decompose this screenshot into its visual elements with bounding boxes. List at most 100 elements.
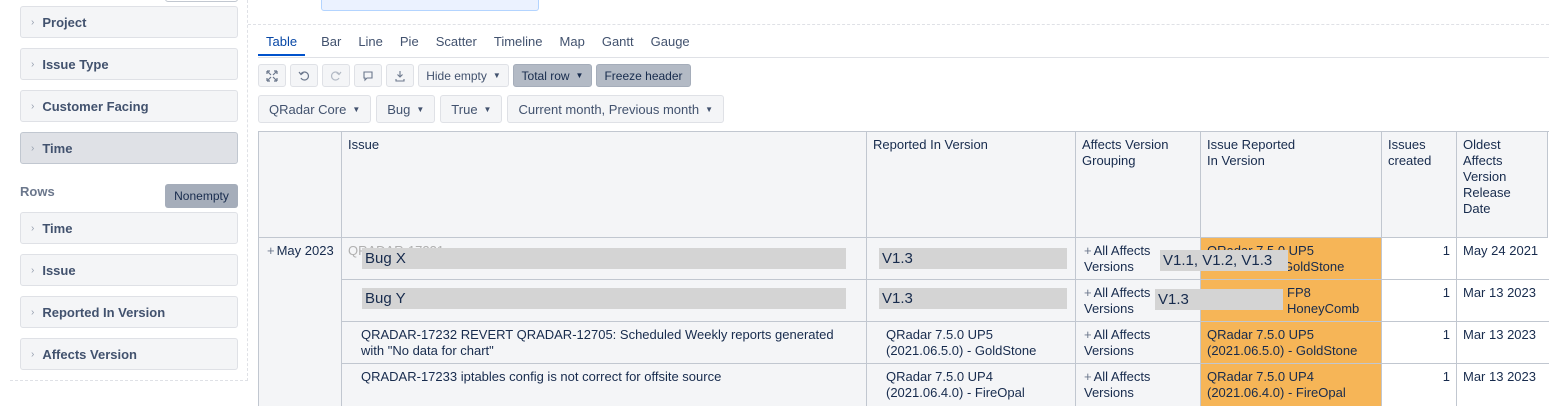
table-row-issue[interactable]: QRADAR-17232 REVERT QRADAR-12705: Schedu… xyxy=(342,322,867,364)
tab-timeline[interactable]: Timeline xyxy=(493,34,544,56)
row-dimension-affects-version[interactable]: › Affects Version xyxy=(20,338,238,370)
table-row-issues-created[interactable]: 1 xyxy=(1382,280,1457,322)
column-header-oldest-affects-version-release-date[interactable]: Oldest Affects Version Release Date xyxy=(1457,132,1548,238)
dimension-label: Time xyxy=(42,140,73,156)
filter-label: QRadar Core xyxy=(269,101,347,117)
chevron-right-icon: › xyxy=(31,100,35,112)
chevron-right-icon: › xyxy=(31,264,35,276)
tab-scatter[interactable]: Scatter xyxy=(435,34,478,56)
tab-table[interactable]: Table xyxy=(258,34,306,56)
table-row-issues-created[interactable]: 1 xyxy=(1382,364,1457,406)
table-row-reported-in-version[interactable]: V1.3 xyxy=(867,238,1076,280)
table-row-issues-created[interactable]: 1 xyxy=(1382,238,1457,280)
table-row-issues-created[interactable]: 1 xyxy=(1382,322,1457,364)
table-row-issue-reported-in-version[interactable]: QRadar 7.5.0 UP4 (2021.06.4.0) - FireOpa… xyxy=(1201,364,1382,406)
filter-customer-facing[interactable]: True ▼ xyxy=(440,95,503,123)
column-dimension-project[interactable]: › Project xyxy=(20,6,238,38)
table-row-oldest-release-date[interactable]: Mar 13 2023 xyxy=(1457,322,1549,364)
undo-icon[interactable] xyxy=(290,64,318,87)
affects-version-overlay: V1.3 xyxy=(1155,289,1283,310)
chevron-down-icon: ▼ xyxy=(575,71,584,80)
affects-grouping-label: All Affects Versions xyxy=(1084,243,1151,274)
columns-nonempty-button[interactable] xyxy=(165,0,238,2)
chevron-down-icon: ▼ xyxy=(416,104,425,114)
chevron-right-icon: › xyxy=(31,348,35,360)
chevron-down-icon: ▼ xyxy=(483,104,492,114)
pages-drop-area[interactable] xyxy=(321,0,539,11)
rows-nonempty-button[interactable]: Nonempty xyxy=(165,184,238,208)
tab-gauge[interactable]: Gauge xyxy=(650,34,691,56)
table-row-reported-in-version[interactable]: QRadar 7.5.0 UP4 (2021.06.4.0) - FireOpa… xyxy=(867,364,1076,406)
freeze-header-button[interactable]: Freeze header xyxy=(596,64,691,87)
rows-section-label: Rows xyxy=(20,184,55,199)
row-dimension-issue[interactable]: › Issue xyxy=(20,254,238,286)
total-row-dropdown[interactable]: Total row ▼ xyxy=(513,64,592,87)
tab-map[interactable]: Map xyxy=(559,34,586,56)
total-row-label: Total row xyxy=(521,68,570,83)
filter-issue-type[interactable]: Bug ▼ xyxy=(376,95,436,123)
hide-empty-dropdown[interactable]: Hide empty ▼ xyxy=(418,64,509,87)
download-icon[interactable] xyxy=(386,64,414,87)
tabs-divider xyxy=(258,57,1549,58)
expand-plus-icon[interactable]: + xyxy=(267,243,275,258)
table-row-reported-in-version[interactable]: V1.3 xyxy=(867,280,1076,322)
column-header-issue-reported-in-version[interactable]: Issue Reported In Version xyxy=(1201,132,1382,238)
filter-time[interactable]: Current month, Previous month ▼ xyxy=(507,95,725,123)
table-row-oldest-release-date[interactable]: May 24 2021 xyxy=(1457,238,1549,280)
expand-icon[interactable] xyxy=(258,64,286,87)
filter-label: True xyxy=(451,101,478,117)
chevron-down-icon: ▼ xyxy=(705,104,714,114)
chevron-down-icon: ▼ xyxy=(352,104,361,114)
table-row-reported-in-version[interactable]: QRadar 7.5.0 UP5 (2021.06.5.0) - GoldSto… xyxy=(867,322,1076,364)
dimension-label: Project xyxy=(42,14,87,30)
row-dimension-reported-in-version[interactable]: › Reported In Version xyxy=(20,296,238,328)
tab-bar[interactable]: Bar xyxy=(320,34,342,56)
chart-type-tabs: Table Bar Line Pie Scatter Timeline Map … xyxy=(258,34,706,58)
chevron-right-icon: › xyxy=(31,142,35,154)
column-header-issue[interactable]: Issue xyxy=(342,132,867,238)
table-row-issue[interactable]: Bug Y xyxy=(342,280,867,322)
expand-plus-icon[interactable]: + xyxy=(1084,243,1092,258)
row-group-time[interactable]: + May 2023 xyxy=(259,238,342,406)
affects-version-overlay: V1.1, V1.2, V1.3 xyxy=(1160,250,1288,271)
reported-version-label: V1.3 xyxy=(879,248,1067,269)
column-header-issues-created[interactable]: Issues created xyxy=(1382,132,1457,238)
tab-line[interactable]: Line xyxy=(357,34,384,56)
column-dimension-issue-type[interactable]: › Issue Type xyxy=(20,48,238,80)
table-row-issue-reported-in-version[interactable]: QRadar 7.5.0 UP5 (2021.06.5.0) - GoldSto… xyxy=(1201,322,1382,364)
expand-plus-icon[interactable]: + xyxy=(1084,327,1092,342)
tab-pie[interactable]: Pie xyxy=(399,34,420,56)
dimension-label: Time xyxy=(42,220,73,236)
table-toolbar: Hide empty ▼ Total row ▼ Freeze header xyxy=(258,64,695,87)
comment-icon[interactable] xyxy=(354,64,382,87)
affects-grouping-label: All Affects Versions xyxy=(1084,285,1151,316)
column-header-affects-version-grouping[interactable]: Affects Version Grouping xyxy=(1076,132,1201,238)
redo-icon[interactable] xyxy=(322,64,350,87)
column-dimension-time[interactable]: › Time xyxy=(20,132,238,164)
expand-plus-icon[interactable]: + xyxy=(1084,285,1092,300)
dimension-label: Customer Facing xyxy=(42,98,149,114)
page-filters: QRadar Core ▼ Bug ▼ True ▼ Current month, P… xyxy=(258,95,729,123)
dimension-label: Reported In Version xyxy=(42,304,166,320)
tab-gantt[interactable]: Gantt xyxy=(601,34,635,56)
dimension-label: Affects Version xyxy=(42,346,137,362)
chevron-down-icon: ▼ xyxy=(492,71,501,80)
table-row-oldest-release-date[interactable]: Mar 13 2023 xyxy=(1457,364,1549,406)
column-header-reported-in-version[interactable]: Reported In Version xyxy=(867,132,1076,238)
column-dimension-customer-facing[interactable]: › Customer Facing xyxy=(20,90,238,122)
issue-label: Bug X xyxy=(362,248,846,269)
table-row-issue[interactable]: QRADAR-17233 iptables config is not corr… xyxy=(342,364,867,406)
chevron-right-icon: › xyxy=(31,222,35,234)
table-row-affects-grouping[interactable]: + All Affects Versions xyxy=(1076,322,1201,364)
filter-project[interactable]: QRadar Core ▼ xyxy=(258,95,372,123)
table-row-oldest-release-date[interactable]: Mar 13 2023 xyxy=(1457,280,1549,322)
row-dimension-time[interactable]: › Time xyxy=(20,212,238,244)
divider xyxy=(248,24,1549,25)
dimension-label: Issue xyxy=(42,262,76,278)
table-row-affects-grouping[interactable]: + All Affects Versions xyxy=(1076,364,1201,406)
expand-plus-icon[interactable]: + xyxy=(1084,369,1092,384)
filter-label: Bug xyxy=(387,101,411,117)
affects-grouping-label: All Affects Versions xyxy=(1084,369,1151,400)
row-header-corner xyxy=(259,132,342,238)
table-row-issue[interactable]: QRADAR-17231 .... Bug X xyxy=(342,238,867,280)
